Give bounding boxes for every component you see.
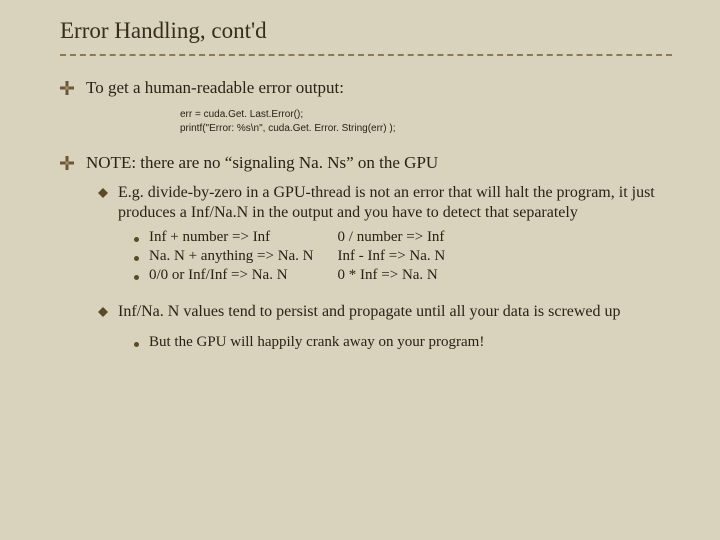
bullet-level3: 0 / number => Inf xyxy=(338,229,446,246)
bullet-level1: To get a human-readable error output: xyxy=(60,78,672,98)
dot-bullet-icon xyxy=(134,237,139,242)
rule-text: Na. N + anything => Na. N xyxy=(149,248,314,265)
bullet-level3: Inf - Inf => Na. N xyxy=(338,248,446,265)
bullet-level2: E.g. divide-by-zero in a GPU-thread is n… xyxy=(98,183,672,223)
rule-text: 0/0 or Inf/Inf => Na. N xyxy=(149,267,288,284)
bullet-level3: 0 * Inf => Na. N xyxy=(338,267,446,284)
rule-text: 0 * Inf => Na. N xyxy=(338,267,438,284)
cross-bullet-icon xyxy=(60,156,74,170)
slide: Error Handling, cont'd To get a human-re… xyxy=(0,0,720,373)
bullet-level3: Inf + number => Inf xyxy=(134,229,314,246)
cross-bullet-icon xyxy=(60,81,74,95)
dot-bullet-icon xyxy=(134,342,139,347)
bullet-level2: Inf/Na. N values tend to persist and pro… xyxy=(98,302,672,322)
bullet-text: E.g. divide-by-zero in a GPU-thread is n… xyxy=(118,183,672,223)
bullet-level1: NOTE: there are no “signaling Na. Ns” on… xyxy=(60,153,672,173)
rules-col-right: 0 / number => Inf Inf - Inf => Na. N 0 *… xyxy=(338,229,446,286)
rules-col-left: Inf + number => Inf Na. N + anything => … xyxy=(134,229,314,286)
rule-text: Inf - Inf => Na. N xyxy=(338,248,446,265)
bullet-level3: But the GPU will happily crank away on y… xyxy=(134,334,672,351)
rules-columns: Inf + number => Inf Na. N + anything => … xyxy=(134,229,672,286)
code-line: printf("Error: %s\n", cuda.Get. Error. S… xyxy=(180,122,672,136)
bullet-text: NOTE: there are no “signaling Na. Ns” on… xyxy=(86,153,438,173)
diamond-bullet-icon xyxy=(98,188,108,198)
bullet-level3: Na. N + anything => Na. N xyxy=(134,248,314,265)
bullet-text: To get a human-readable error output: xyxy=(86,78,344,98)
bullet-text: But the GPU will happily crank away on y… xyxy=(149,334,484,351)
dot-bullet-icon xyxy=(134,275,139,280)
rule-text: Inf + number => Inf xyxy=(149,229,270,246)
bullet-text: Inf/Na. N values tend to persist and pro… xyxy=(118,302,621,322)
bullet-level3: 0/0 or Inf/Inf => Na. N xyxy=(134,267,314,284)
diamond-bullet-icon xyxy=(98,307,108,317)
dot-bullet-icon xyxy=(134,256,139,261)
code-line: err = cuda.Get. Last.Error(); xyxy=(180,108,672,122)
slide-title: Error Handling, cont'd xyxy=(60,18,672,44)
code-block: err = cuda.Get. Last.Error(); printf("Er… xyxy=(180,108,672,135)
title-divider xyxy=(60,54,672,56)
rule-text: 0 / number => Inf xyxy=(338,229,445,246)
